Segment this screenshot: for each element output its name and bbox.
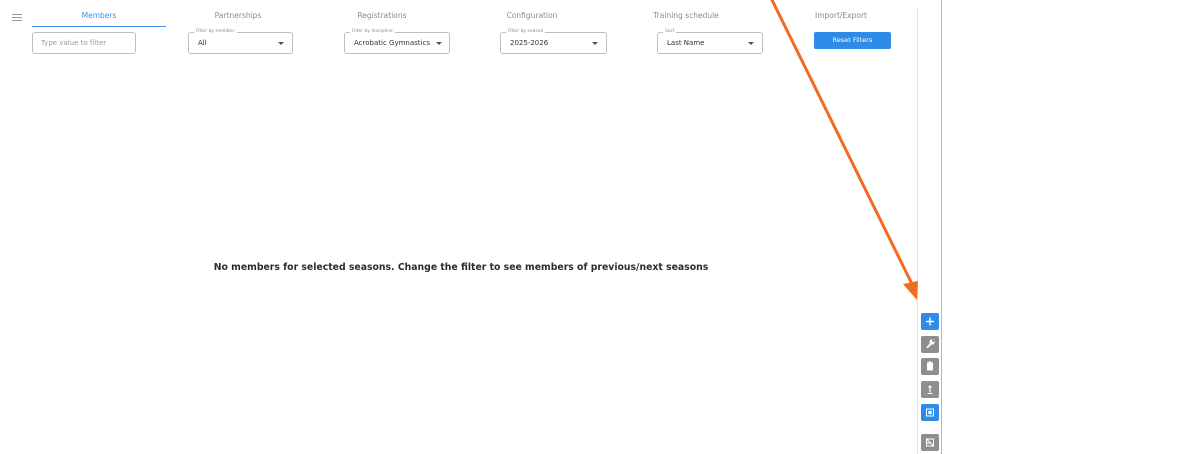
chevron-down-icon <box>278 42 284 45</box>
season-filter-select[interactable]: Filter by season 2025-2026 <box>500 28 607 54</box>
select-all-icon <box>926 408 934 417</box>
menu-icon[interactable] <box>12 14 22 22</box>
chevron-down-icon <box>748 42 754 45</box>
clipboard-icon <box>927 361 933 371</box>
reset-filters-button[interactable]: Reset Filters <box>814 32 891 49</box>
tab-configuration[interactable]: Configuration <box>465 6 599 26</box>
select-all-button[interactable] <box>921 404 939 421</box>
sort-label: Sort <box>663 28 677 36</box>
discipline-filter-select[interactable]: Filter by discipline Acrobatic Gymnastic… <box>344 28 450 54</box>
settings-button[interactable] <box>921 336 939 353</box>
season-filter-label: Filter by season <box>506 28 546 36</box>
tab-members[interactable]: Members <box>32 6 166 27</box>
text-filter <box>32 32 136 54</box>
tab-partnerships[interactable]: Partnerships <box>171 6 305 26</box>
side-panel-divider <box>917 8 918 454</box>
add-icon <box>926 317 934 326</box>
season-filter-value: 2025-2026 <box>510 39 549 47</box>
wrench-icon <box>926 339 935 349</box>
chevron-down-icon <box>592 42 598 45</box>
member-filter-select[interactable]: Filter by member All <box>188 28 293 54</box>
upload-icon <box>927 385 933 394</box>
empty-state-message: No members for selected seasons. Change … <box>213 262 709 273</box>
upload-button[interactable] <box>921 381 939 398</box>
tab-registrations[interactable]: Registrations <box>315 6 449 26</box>
filter-input[interactable] <box>33 33 135 53</box>
discipline-filter-value: Acrobatic Gymnastics <box>354 39 430 47</box>
discipline-filter-label: Filter by discipline <box>350 28 395 36</box>
deselect-icon <box>925 438 935 447</box>
sort-select[interactable]: Sort Last Name <box>657 28 763 54</box>
tab-bar: Members Partnerships Registrations Confi… <box>32 6 912 28</box>
sort-value: Last Name <box>667 39 705 47</box>
deselect-button[interactable] <box>921 434 939 451</box>
clipboard-button[interactable] <box>921 358 939 375</box>
tab-training-schedule[interactable]: Training schedule <box>619 6 753 26</box>
content-edge-divider <box>941 0 942 454</box>
add-button[interactable] <box>921 313 939 330</box>
member-filter-value: All <box>198 39 207 47</box>
tab-import-export[interactable]: Import/Export <box>774 6 908 26</box>
chevron-down-icon <box>436 42 442 45</box>
member-filter-label: Filter by member <box>194 28 237 36</box>
annotation-arrow <box>770 0 918 300</box>
